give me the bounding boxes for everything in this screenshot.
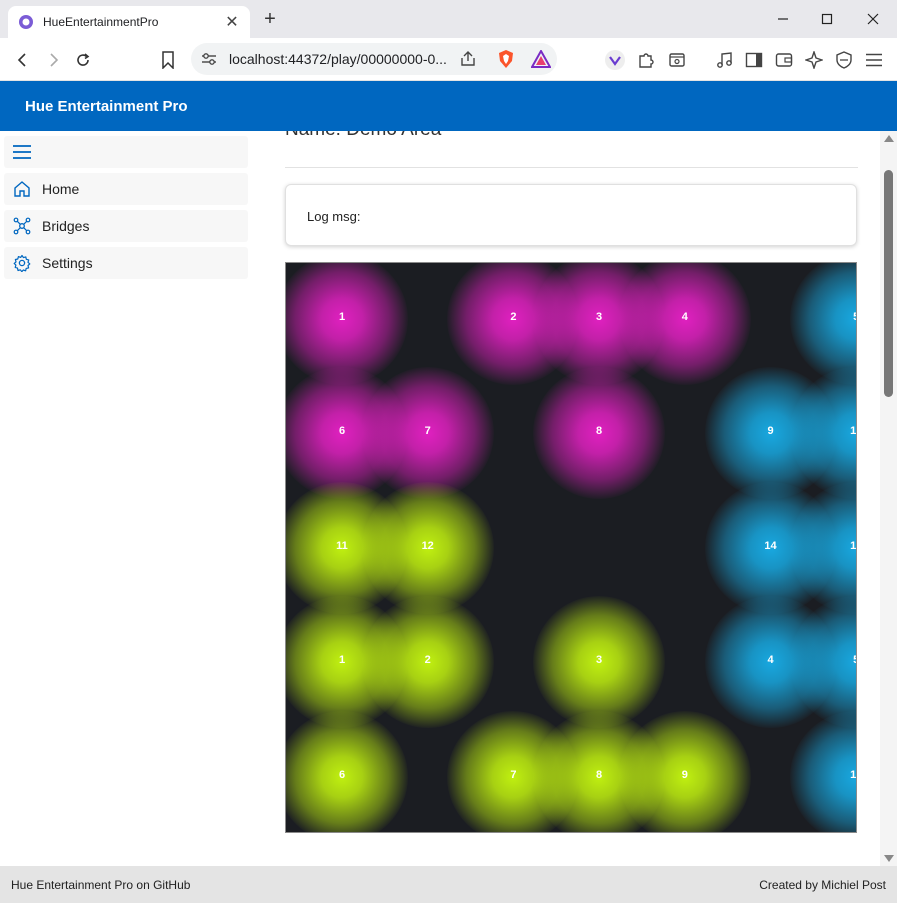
back-icon[interactable]	[12, 49, 34, 71]
gear-icon	[12, 253, 32, 273]
light-number: 1	[338, 311, 346, 323]
leo-ai-icon[interactable]	[803, 49, 825, 71]
hamburger-toggle[interactable]	[4, 136, 248, 168]
log-message-label: Log msg:	[307, 209, 361, 224]
reload-icon[interactable]	[72, 49, 94, 71]
footer: Hue Entertainment Pro on GitHub Created …	[0, 866, 897, 903]
browser-toolbar: localhost:44372/play/00000000-0... 1	[0, 38, 897, 97]
close-window-button[interactable]	[850, 0, 896, 38]
light-number: 10	[850, 768, 857, 781]
entertainment-light-grid[interactable]: 123456789101112141512345678910	[285, 262, 857, 833]
light-glow	[618, 263, 751, 385]
home-icon	[12, 179, 32, 199]
sidebar-item-bridges[interactable]: Bridges	[4, 210, 248, 242]
light-number: 15	[850, 539, 857, 552]
light-number: 7	[424, 425, 431, 438]
sidebar-item-label: Settings	[42, 255, 93, 271]
media-music-icon[interactable]	[714, 49, 736, 71]
brave-shield-icon[interactable]	[497, 49, 515, 69]
scroll-up-arrow-icon[interactable]	[884, 135, 894, 142]
light-number: 2	[510, 311, 517, 323]
scrollbar-thumb[interactable]	[884, 170, 893, 397]
light-number: 3	[596, 654, 603, 667]
tab-title: HueEntertainmentPro	[43, 15, 159, 29]
scroll-down-arrow-icon[interactable]	[884, 855, 894, 862]
log-card: Log msg:	[285, 184, 857, 246]
page-scrollbar[interactable]	[880, 131, 897, 866]
light-number: 6	[338, 768, 346, 781]
light-number: 8	[596, 425, 603, 438]
address-bar[interactable]: localhost:44372/play/00000000-0...	[191, 43, 557, 75]
sidebar-item-label: Home	[42, 181, 80, 197]
app-header: Hue Entertainment Pro	[0, 81, 897, 131]
light-number: 3	[596, 311, 603, 323]
light-number: 6	[338, 425, 346, 438]
divider	[285, 167, 858, 168]
extension-avatar-icon[interactable]	[604, 49, 626, 71]
light-number: 4	[681, 311, 688, 323]
browser-tab[interactable]: HueEntertainmentPro ✕	[8, 6, 250, 38]
light-number: 11	[336, 539, 348, 552]
main-content: Name: Demo Area Log msg: 123456789101112…	[250, 131, 880, 866]
close-tab-icon[interactable]: ✕	[224, 12, 240, 32]
app-favicon-icon	[19, 15, 33, 29]
github-link[interactable]: Hue Entertainment Pro on GitHub	[11, 878, 190, 892]
vpn-shield-icon[interactable]	[833, 49, 855, 71]
extensions-puzzle-icon[interactable]	[635, 49, 657, 71]
minimize-button[interactable]	[760, 0, 806, 38]
sidebar-toggle-icon[interactable]	[743, 49, 765, 71]
light-number: 10	[850, 425, 857, 438]
forward-icon[interactable]	[42, 49, 64, 71]
url-text: localhost:44372/play/00000000-0...	[229, 51, 447, 67]
maximize-button[interactable]	[804, 0, 850, 38]
sidebar-item-home[interactable]: Home	[4, 173, 248, 205]
brave-rewards-icon[interactable]	[531, 50, 551, 68]
sidebar: Home Bridges Settings	[0, 131, 250, 866]
reader-mode-icon[interactable]	[666, 49, 688, 71]
menu-icon[interactable]	[863, 49, 885, 71]
light-number: 1	[338, 654, 346, 667]
wallet-icon[interactable]	[773, 49, 795, 71]
light-number: 12	[421, 539, 434, 552]
light-number: 7	[510, 768, 517, 781]
light-number: 8	[596, 768, 603, 781]
app-brand[interactable]: Hue Entertainment Pro	[25, 98, 188, 115]
new-tab-button[interactable]: +	[259, 8, 281, 30]
light-number: 4	[767, 654, 774, 667]
light-number: 9	[681, 768, 688, 781]
credits-text: Created by Michiel Post	[759, 878, 886, 892]
network-icon	[12, 216, 32, 236]
bookmark-icon[interactable]	[157, 49, 179, 71]
site-settings-icon[interactable]	[201, 52, 217, 66]
area-name-heading: Name: Demo Area	[285, 131, 441, 141]
light-number: 5	[836, 654, 856, 666]
hamburger-icon	[12, 142, 32, 162]
browser-tabstrip: HueEntertainmentPro ✕ +	[0, 0, 897, 38]
share-icon[interactable]	[459, 50, 477, 68]
sidebar-item-label: Bridges	[42, 218, 90, 234]
sidebar-item-settings[interactable]: Settings	[4, 247, 248, 279]
light-number: 2	[424, 654, 431, 667]
light-number: 9	[767, 425, 774, 438]
light-number: 5	[836, 311, 856, 323]
light-number: 14	[764, 539, 777, 552]
